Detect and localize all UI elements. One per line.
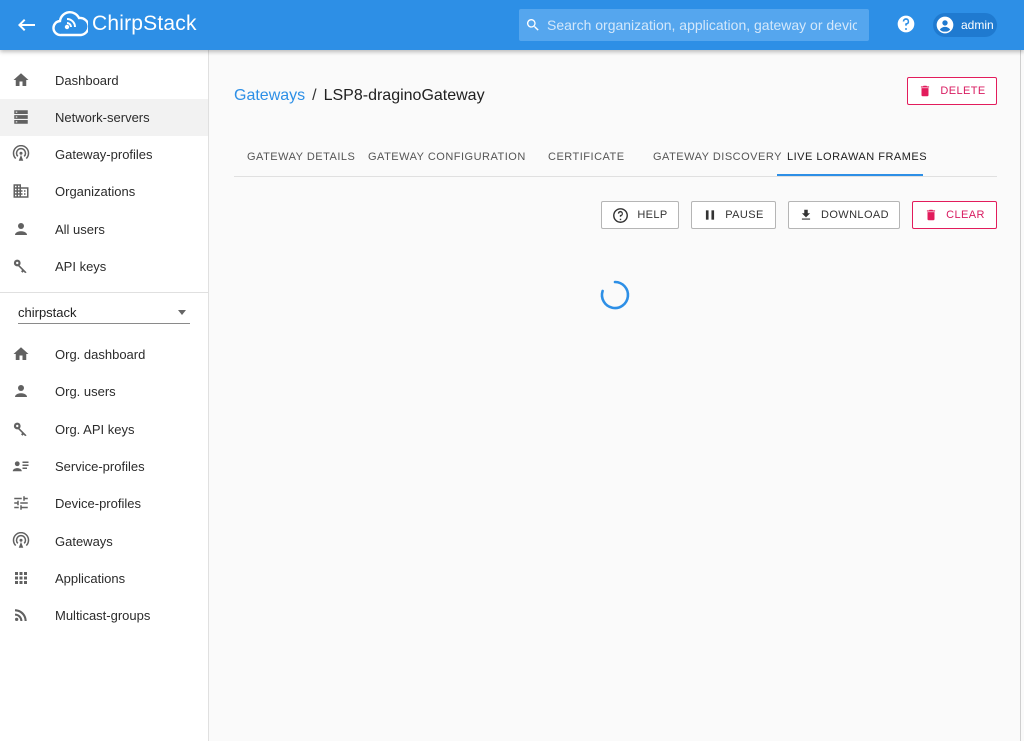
sidebar-item-label: Applications — [55, 571, 126, 586]
download-button-label: DOWNLOAD — [821, 209, 889, 221]
app-bar: ChirpStack admin — [0, 0, 1024, 50]
sidebar-item-label: Service-profiles — [55, 459, 145, 474]
download-button[interactable]: DOWNLOAD — [788, 201, 900, 229]
chirpstack-logo[interactable]: ChirpStack — [52, 8, 197, 40]
rss-icon — [15, 609, 27, 621]
clear-button[interactable]: CLEAR — [912, 201, 997, 229]
page-title: LSP8-draginoGateway — [323, 87, 485, 104]
pause-button-label: PAUSE — [725, 209, 764, 221]
sidebar-item-api-keys[interactable]: API keys — [0, 248, 208, 285]
app-name: ChirpStack — [92, 12, 197, 35]
pause-button[interactable]: PAUSE — [691, 201, 776, 229]
tab-live-lorawan-frames[interactable]: LIVE LORAWAN FRAMES — [787, 151, 927, 163]
user-name: admin — [961, 18, 994, 32]
sidebar-divider — [0, 292, 208, 293]
sidebar-item-label: Organizations — [55, 184, 136, 199]
account-circle-icon — [936, 16, 954, 34]
gateway-tabs: GATEWAY DETAILS GATEWAY CONFIGURATION CE… — [234, 141, 997, 177]
home-icon — [13, 347, 29, 360]
access-point-icon — [12, 532, 30, 548]
delete-button-label: DELETE — [940, 85, 986, 97]
user-menu-button[interactable]: admin — [933, 13, 997, 37]
breadcrumb-gateways-link[interactable]: Gateways — [234, 87, 305, 104]
sidebar-item-organizations[interactable]: Organizations — [0, 173, 208, 210]
organization-select-value: chirpstack — [18, 305, 77, 320]
key-icon — [13, 259, 27, 274]
help-icon[interactable] — [896, 14, 916, 34]
sidebar-item-org-api-keys[interactable]: Org. API keys — [0, 411, 208, 448]
sidebar-item-label: API keys — [55, 259, 107, 274]
help-button-label: HELP — [637, 209, 668, 221]
sidebar-item-label: Network-servers — [55, 110, 150, 125]
sidebar-item-gateways[interactable]: Gateways — [0, 523, 208, 560]
account-details-icon — [12, 461, 29, 472]
breadcrumb-separator: / — [312, 87, 317, 104]
tab-gateway-configuration[interactable]: GATEWAY CONFIGURATION — [368, 151, 526, 163]
trash-icon — [927, 209, 936, 221]
sidebar-item-device-profiles[interactable]: Device-profiles — [0, 485, 208, 522]
sidebar: Dashboard Network-servers Gateway-profil… — [0, 50, 209, 741]
active-tab-indicator — [777, 174, 923, 176]
sidebar-item-network-servers[interactable]: Network-servers — [0, 99, 208, 136]
delete-button[interactable]: DELETE — [907, 77, 997, 105]
clear-button-label: CLEAR — [946, 209, 985, 221]
access-point-icon — [12, 145, 30, 161]
sidebar-item-org-dashboard[interactable]: Org. dashboard — [0, 336, 208, 373]
cloud-logo-icon — [52, 11, 88, 37]
sidebar-item-label: Multicast-groups — [55, 608, 151, 623]
sidebar-item-label: Org. API keys — [55, 422, 135, 437]
organization-select[interactable]: chirpstack — [18, 303, 190, 324]
sidebar-item-label: Gateways — [55, 534, 113, 549]
sidebar-item-dashboard[interactable]: Dashboard — [0, 62, 208, 99]
help-button[interactable]: HELP — [601, 201, 679, 229]
tune-icon — [14, 496, 28, 510]
sidebar-item-service-profiles[interactable]: Service-profiles — [0, 448, 208, 485]
home-icon — [13, 73, 29, 86]
sidebar-item-label: Gateway-profiles — [55, 147, 153, 162]
loading-spinner-icon — [600, 280, 630, 310]
sidebar-item-label: Device-profiles — [55, 496, 141, 511]
help-circle-icon — [613, 207, 629, 223]
person-icon — [15, 223, 27, 235]
chevron-down-icon — [178, 310, 186, 315]
sidebar-item-org-users[interactable]: Org. users — [0, 373, 208, 410]
sidebar-item-label: Org. dashboard — [55, 347, 146, 362]
trash-icon — [921, 85, 930, 97]
search-box[interactable] — [519, 9, 869, 41]
sidebar-item-label: Dashboard — [55, 73, 119, 88]
sidebar-item-label: All users — [55, 222, 105, 237]
person-icon — [15, 385, 27, 397]
pause-icon — [706, 210, 715, 220]
tab-certificate[interactable]: CERTIFICATE — [548, 151, 625, 163]
domain-icon — [13, 184, 29, 198]
sidebar-item-label: Org. users — [55, 384, 116, 399]
download-icon — [801, 209, 811, 220]
key-icon — [13, 422, 27, 437]
breadcrumb: Gateways / LSP8-draginoGateway — [234, 87, 485, 105]
sidebar-item-all-users[interactable]: All users — [0, 211, 208, 248]
window-scrollbar[interactable] — [1020, 50, 1024, 741]
search-icon — [526, 19, 539, 31]
tab-gateway-details[interactable]: GATEWAY DETAILS — [247, 151, 355, 163]
sidebar-item-multicast-groups[interactable]: Multicast-groups — [0, 597, 208, 634]
sidebar-item-applications[interactable]: Applications — [0, 560, 208, 597]
apps-icon — [15, 572, 27, 584]
server-icon — [14, 110, 28, 124]
collapse-menu-icon[interactable] — [14, 13, 38, 37]
search-input[interactable] — [547, 17, 857, 33]
sidebar-item-gateway-profiles[interactable]: Gateway-profiles — [0, 136, 208, 173]
tab-gateway-discovery[interactable]: GATEWAY DISCOVERY — [653, 151, 782, 163]
